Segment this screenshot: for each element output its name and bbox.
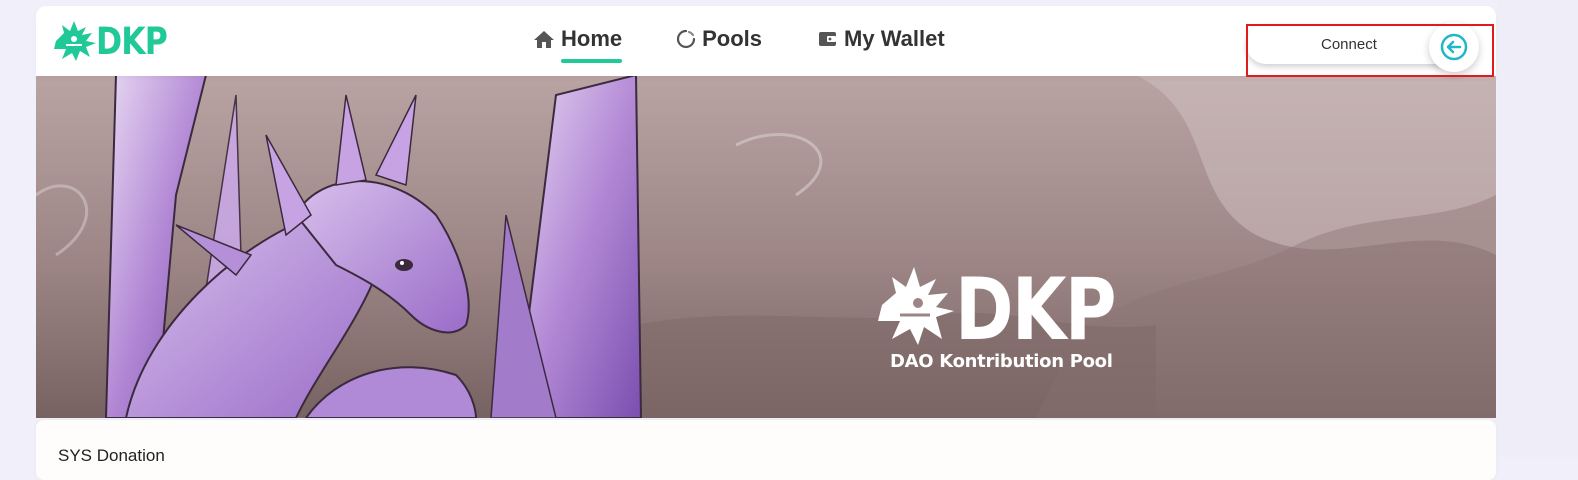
banner-title: DKP [955, 260, 1117, 360]
nav-pools[interactable]: Pools [676, 24, 762, 54]
nav-pools-label: Pools [702, 26, 763, 51]
top-navbar: DKP Home Pools My Wallet Connect [36, 6, 1496, 76]
dragon-hero-image [36, 75, 1496, 418]
donation-card: SYS Donation [36, 420, 1496, 480]
connect-icon-button[interactable] [1429, 22, 1479, 72]
banner-logo: DKP [955, 267, 1150, 353]
brand-logo[interactable]: DKP [52, 19, 180, 63]
nav-my-wallet-label: My Wallet [844, 26, 945, 51]
nav-home-label: Home [561, 26, 623, 51]
active-tab-indicator [561, 59, 623, 63]
nav-my-wallet[interactable]: My Wallet [818, 24, 945, 54]
sign-in-arrow-icon [1440, 33, 1468, 61]
nav-home[interactable]: Home [533, 24, 623, 63]
main-nav: Home Pools My Wallet [533, 24, 945, 63]
banner-subtitle: DAO Kontribution Pool [890, 351, 1113, 372]
connect-button[interactable]: Connect [1246, 22, 1496, 76]
dragon-logo-icon [54, 21, 96, 61]
page-right-margin [1497, 0, 1578, 457]
hero-banner: DKP DAO Kontribution Pool [36, 75, 1496, 418]
wallet-icon [818, 30, 838, 48]
brand-name: DKP [96, 19, 168, 63]
section-title: SYS Donation [58, 446, 165, 465]
home-icon [533, 29, 555, 49]
loading-circle-icon [676, 29, 696, 49]
connect-label: Connect [1321, 36, 1377, 53]
